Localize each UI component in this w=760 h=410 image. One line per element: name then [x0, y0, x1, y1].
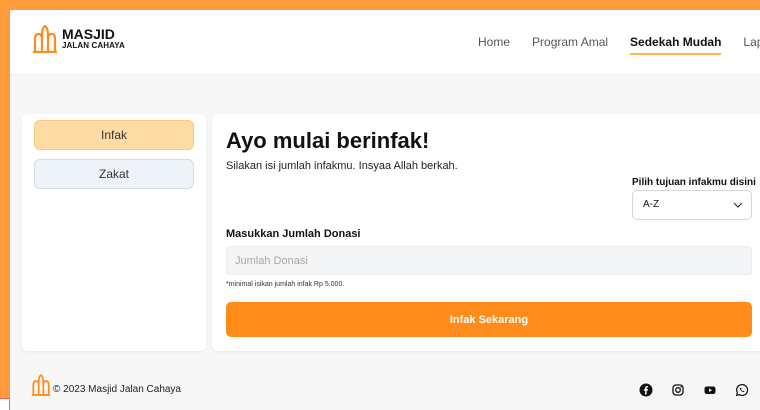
- whatsapp-icon[interactable]: [732, 380, 752, 400]
- main-nav: Home Program Amal Sedekah Mudah Laporan: [478, 35, 760, 55]
- tab-infak[interactable]: Infak: [34, 120, 194, 150]
- chevron-down-icon: [733, 202, 743, 208]
- page: MASJID JALAN CAHAYA Home Program Amal Se…: [10, 10, 760, 410]
- facebook-icon[interactable]: [636, 380, 656, 400]
- nav-item-laporan[interactable]: Laporan: [743, 35, 760, 55]
- youtube-icon[interactable]: [700, 380, 720, 400]
- purpose-select-value: A-Z: [643, 199, 660, 210]
- footer-mosque-icon: [31, 374, 51, 396]
- tab-zakat[interactable]: Zakat: [34, 159, 194, 189]
- purpose-select-label: Pilih tujuan infakmu disini: [632, 177, 756, 188]
- donation-type-sidebar: Infak Zakat: [22, 114, 206, 351]
- brand-subname: JALAN CAHAYA: [62, 41, 125, 50]
- corner-badge-icon: [0, 398, 10, 410]
- instagram-icon[interactable]: [668, 380, 688, 400]
- brand-name: MASJID: [62, 26, 115, 42]
- infak-form-card: Ayo mulai berinfak! Silakan isi jumlah i…: [212, 114, 760, 351]
- page-subtitle: Silakan isi jumlah infakmu. Insyaa Allah…: [226, 160, 458, 172]
- nav-item-sedekah-mudah[interactable]: Sedekah Mudah: [630, 35, 722, 55]
- page-title: Ayo mulai berinfak!: [226, 128, 430, 153]
- social-links: [636, 380, 760, 400]
- nav-item-program-amal[interactable]: Program Amal: [532, 35, 608, 55]
- purpose-select[interactable]: A-Z: [632, 190, 752, 220]
- copyright-text: © 2023 Masjid Jalan Cahaya: [53, 384, 181, 395]
- site-header: MASJID JALAN CAHAYA Home Program Amal Se…: [10, 10, 760, 73]
- mosque-icon: [33, 25, 57, 53]
- nav-item-home[interactable]: Home: [478, 35, 510, 55]
- brand-logo[interactable]: MASJID JALAN CAHAYA: [32, 25, 125, 53]
- amount-label: Masukkan Jumlah Donasi: [226, 228, 361, 240]
- infak-now-button[interactable]: Infak Sekarang: [226, 302, 752, 337]
- amount-input[interactable]: [226, 246, 752, 275]
- minimum-amount-hint: *minimal isikan jumlah infak Rp 5.000.: [226, 281, 345, 288]
